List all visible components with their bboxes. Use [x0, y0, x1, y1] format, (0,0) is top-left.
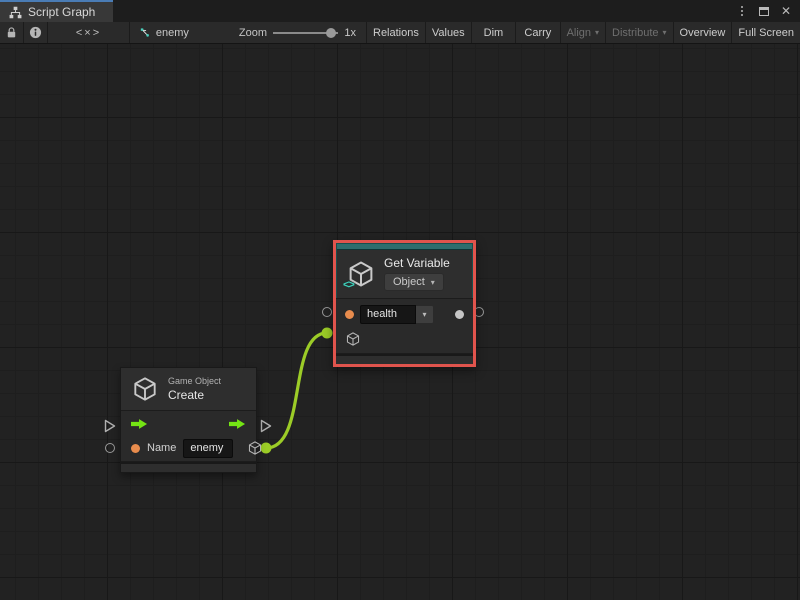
variable-name-input[interactable]: [360, 305, 416, 324]
variable-picker-dropdown[interactable]: ▾: [416, 305, 434, 324]
variable-cube-icon: <>: [346, 259, 376, 289]
game-object-cube-icon: [345, 331, 361, 347]
close-icon: ✕: [781, 4, 791, 18]
window-controls: ✕: [734, 0, 800, 22]
wire-end-port[interactable]: [322, 328, 333, 339]
zoom-value: 1x: [344, 27, 356, 39]
zoom-label: Zoom: [239, 27, 267, 39]
flow-in-arrow-icon[interactable]: [131, 418, 148, 430]
lock-button[interactable]: [0, 22, 24, 43]
zoom-slider-handle[interactable]: [326, 28, 336, 38]
game-object-output-icon: [247, 440, 263, 456]
get-variable-name-input-port[interactable]: [322, 307, 332, 317]
game-object-cube-icon: [131, 375, 159, 403]
node-footer: [336, 356, 473, 364]
align-dropdown-button[interactable]: Align ▾: [561, 22, 606, 43]
distribute-dropdown-button[interactable]: Distribute ▾: [606, 22, 673, 43]
zoom-slider[interactable]: [273, 22, 338, 44]
code-icon: <×>: [76, 27, 101, 39]
chevron-down-icon: ▾: [422, 310, 426, 319]
name-label: Name: [147, 442, 176, 454]
chevron-down-icon: ▾: [595, 29, 599, 37]
name-input[interactable]: [183, 439, 233, 458]
values-button[interactable]: Values: [426, 22, 472, 43]
tab-script-graph[interactable]: Script Graph: [0, 0, 113, 22]
node-create-game-object[interactable]: Game Object Create Name: [120, 367, 257, 473]
chevron-down-icon: ▾: [663, 29, 667, 37]
vertical-dots-icon: [741, 6, 743, 16]
info-icon: [29, 26, 42, 39]
graph-toolbar: <×> enemy Zoom 1x Relations Values Dim C…: [0, 22, 800, 44]
node-title: Create: [168, 388, 221, 402]
window-title-bar: Script Graph ✕: [0, 0, 800, 22]
name-value-port[interactable]: [345, 310, 354, 319]
chevron-down-icon: ▾: [431, 278, 435, 287]
node-get-variable[interactable]: <> Get Variable Object ▾ ▾: [333, 240, 476, 367]
overview-button[interactable]: Overview: [674, 22, 733, 43]
tab-title: Script Graph: [28, 5, 95, 19]
object-input-row: [336, 329, 473, 353]
get-variable-header[interactable]: <> Get Variable Object ▾: [336, 250, 473, 298]
variable-name-row: ▾: [336, 299, 473, 329]
relations-button[interactable]: Relations: [367, 22, 426, 43]
full-screen-button[interactable]: Full Screen: [732, 22, 800, 43]
name-value-port[interactable]: [131, 444, 140, 453]
code-preview-button[interactable]: <×>: [48, 22, 130, 43]
graph-link-icon: [140, 26, 150, 39]
graph-breadcrumb-zoom-group: enemy Zoom 1x: [130, 22, 367, 43]
create-header[interactable]: Game Object Create: [121, 368, 256, 410]
carry-button[interactable]: Carry: [516, 22, 560, 43]
maximize-button[interactable]: [756, 3, 772, 19]
dim-button[interactable]: Dim: [472, 22, 516, 43]
window-menu-button[interactable]: [734, 3, 750, 19]
name-row: Name: [121, 437, 256, 461]
node-footer: [121, 464, 256, 472]
variable-scope-dropdown[interactable]: Object ▾: [384, 273, 444, 291]
info-button[interactable]: [24, 22, 48, 43]
graph-name[interactable]: enemy: [156, 27, 189, 39]
node-title: Get Variable: [384, 256, 450, 270]
flow-out-arrow-icon[interactable]: [229, 418, 246, 430]
graph-canvas[interactable]: <> Get Variable Object ▾ ▾: [0, 44, 800, 600]
flow-row: [121, 411, 256, 437]
create-flow-output-port[interactable]: [260, 419, 272, 433]
script-graph-icon: [9, 6, 22, 19]
create-name-input-port[interactable]: [105, 443, 115, 453]
create-flow-input-port[interactable]: [104, 419, 116, 433]
value-output-port[interactable]: [455, 310, 464, 319]
maximize-icon: [759, 7, 769, 16]
lock-icon: [5, 26, 18, 39]
close-button[interactable]: ✕: [778, 3, 794, 19]
code-angle-icon: <>: [343, 279, 354, 291]
toolbar-buttons: Relations Values Dim Carry Align ▾ Distr…: [367, 22, 800, 43]
node-category: Game Object: [168, 376, 221, 386]
